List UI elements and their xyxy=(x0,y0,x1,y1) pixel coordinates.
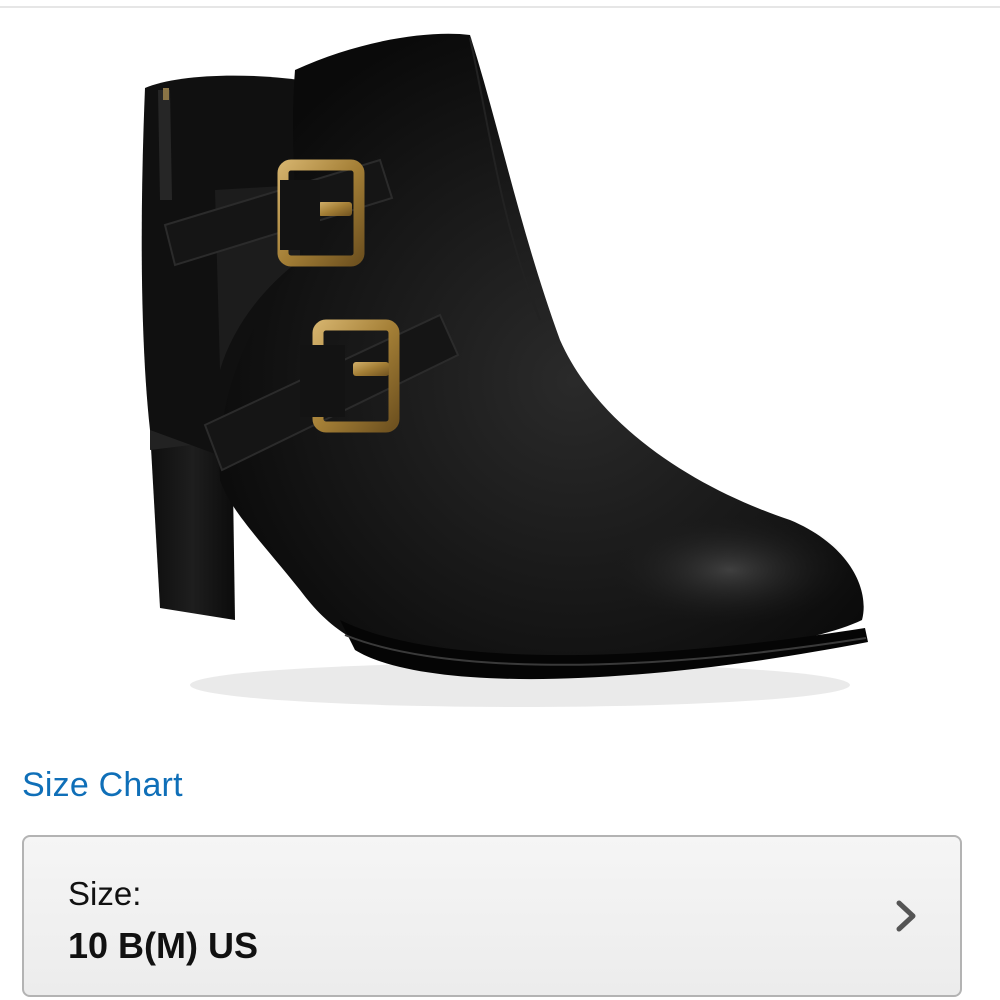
size-value: 10 B(M) US xyxy=(68,925,259,966)
toe-highlight xyxy=(610,515,850,625)
zipper xyxy=(158,90,172,200)
product-page: Size Chart Size: 10 B(M) US xyxy=(0,0,1000,1000)
size-label: Size: xyxy=(68,875,142,912)
product-image[interactable] xyxy=(0,10,1000,740)
size-chart-link[interactable]: Size Chart xyxy=(22,766,183,805)
top-divider xyxy=(0,6,1000,8)
size-selector-button[interactable]: Size: 10 B(M) US xyxy=(22,835,962,997)
chevron-right-icon xyxy=(896,900,916,932)
